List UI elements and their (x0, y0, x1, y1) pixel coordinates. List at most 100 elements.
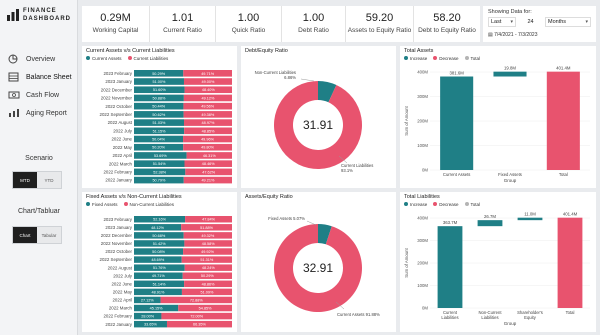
data-label: 47.84% (202, 218, 216, 222)
logo-bars-icon (7, 9, 19, 21)
data-label: 51.00% (153, 80, 167, 84)
slice-label: Fixed Assets 5.07% (268, 216, 305, 221)
data-label: 363.7M (443, 220, 458, 225)
data-label: 50.79% (152, 179, 166, 183)
kpi-quick-ratio: 1.00 Quick Ratio (216, 6, 282, 42)
category-label: 2022 June (111, 281, 132, 286)
waterfall-bar (437, 226, 463, 308)
x-tick-label: Liabilities (441, 315, 458, 320)
data-label: 52.38% (153, 170, 167, 174)
panel-fixed-assets: Fixed Assets v/s Non-Current Liabilities… (82, 192, 237, 332)
kpi-working-capital: 0.29M Working Capital (82, 6, 150, 42)
total-assets-chart: 400M 300M 200M 100M 0M Sum of Amount 381.6M Cur… (404, 66, 590, 183)
cash-icon (8, 91, 20, 99)
category-label: 2022 January (105, 322, 132, 327)
category-label: 2023 January (105, 79, 132, 84)
period-select[interactable]: Last ▾ (488, 17, 516, 27)
y-tick-label: 0M (422, 168, 428, 173)
panel-total-liabilities: Total Liabilities Increase Decrease Tota… (400, 192, 596, 332)
category-label: 2022 July (113, 273, 133, 278)
data-label: 53.69% (154, 154, 168, 158)
data-label: 48.86% (202, 282, 216, 286)
waterfall-bar (477, 220, 503, 227)
fixed-assets-chart: 2023 February 52.16% 47.84% 2023 January 48.… (100, 216, 232, 328)
y-tick-label: 200M (417, 119, 428, 124)
kpi-current-ratio: 1.01 Current Ratio (150, 6, 216, 42)
category-label: 2022 April (112, 153, 132, 158)
x-tick-label: Current Assets (443, 172, 470, 177)
kpi-label: Current Ratio (163, 27, 202, 34)
data-label: 51.42% (153, 242, 167, 246)
view-chart-button[interactable]: Chart (13, 227, 37, 243)
logo-line1: FINANCE (23, 8, 57, 14)
kpi-value: 0.29M (100, 12, 131, 24)
data-label: 48.85% (202, 129, 216, 133)
data-label: 50.20% (152, 146, 166, 150)
category-label: 2022 December (101, 87, 133, 92)
x-axis-label: Group (504, 321, 517, 326)
calendar-icon: ▤ (488, 32, 493, 38)
data-label: 48.97% (202, 121, 216, 125)
count-input[interactable]: 24 (518, 17, 543, 27)
logo-text: FINANCE DASHBOARD (23, 7, 71, 23)
sidebar-item-balance-sheet[interactable]: Balance Sheet (4, 68, 76, 86)
category-label: 2023 February (103, 217, 132, 222)
data-label: 49.92% (201, 250, 215, 254)
bars-icon (9, 109, 19, 117)
view-label: Chart/Tabluar (17, 208, 61, 215)
data-label: 49.71% (201, 72, 215, 76)
filter-title: Showing Data for: (488, 9, 532, 15)
sidebar-item-aging-report[interactable]: Aging Report (4, 104, 76, 122)
sidebar: FINANCE DASHBOARD Overview Balance Sheet… (0, 0, 78, 335)
category-label: 2023 February (103, 71, 132, 76)
data-label: 48.46% (202, 162, 216, 166)
data-label: 51.03% (153, 121, 167, 125)
data-label: 52.16% (153, 218, 167, 222)
category-label: 2022 July (113, 128, 133, 133)
kpi-label: Quick Ratio (231, 27, 266, 34)
logo-line2: DASHBOARD (23, 16, 71, 22)
kpi-value: 59.20 (365, 12, 394, 24)
panel-total-assets: Total Assets Increase Decrease Total 400… (400, 46, 596, 188)
donut-center-value: 32.91 (303, 261, 333, 275)
view-toggle: Chart Tabular (12, 226, 62, 244)
data-label: 46.31% (203, 154, 217, 158)
category-label: 2022 June (111, 137, 132, 142)
data-label: 401.4M (563, 212, 578, 217)
data-label: 49.21% (201, 179, 215, 183)
data-label: 51.31% (200, 258, 214, 262)
category-label: 2022 May (113, 145, 133, 150)
x-tick-label: Fixed Assets (498, 172, 522, 177)
data-label: 48.24% (202, 266, 216, 270)
kpi-debt-ratio: 1.00 Debt Ratio (282, 6, 346, 42)
waterfall-bar (517, 217, 543, 221)
pie-icon (8, 54, 18, 64)
view-tabular-button[interactable]: Tabular (37, 227, 61, 243)
kpi-label: Debt Ratio (298, 27, 329, 34)
category-label: 2022 November (101, 96, 133, 101)
scenario-mtd-button[interactable]: MTD (13, 172, 37, 188)
total-liabilities-chart: 400M300M200M100M0MSum of Amount363.7MCur… (404, 212, 590, 326)
scenario-toggle: MTD YTD (12, 171, 62, 189)
data-label: 47.62% (202, 170, 216, 174)
sidebar-item-cash-flow[interactable]: Cash Flow (4, 86, 76, 104)
ledger-icon (8, 72, 19, 82)
sidebar-item-overview[interactable]: Overview (4, 50, 76, 68)
data-label: 49.80% (201, 146, 215, 150)
panel-assets-equity: Assets/Equity Ratio 32.91 Fixed Assets 5.… (241, 192, 396, 332)
assets-equity-donut: 32.91 Fixed Assets 5.07% Current Assets 91… (268, 216, 380, 317)
y-tick-label: 200M (417, 261, 428, 266)
data-label: 381.6M (449, 71, 464, 76)
unit-select[interactable]: Months ▾ (545, 17, 591, 27)
y-tick-label: 100M (417, 283, 428, 288)
date-range-text: 7/4/2021 - 7/3/2023 (494, 32, 538, 38)
category-label: 2022 February (103, 314, 132, 319)
kpi-value: 1.01 (171, 12, 194, 24)
kpi-value: 58.20 (433, 12, 461, 24)
kpi-label: Working Capital (92, 27, 139, 34)
scenario-ytd-button[interactable]: YTD (37, 172, 61, 188)
kpi-label: Assets to Equity Ratio (347, 27, 412, 34)
data-label: 49.00% (202, 80, 216, 84)
x-tick-label: Liabilities (481, 315, 498, 320)
y-tick-label: 100M (417, 143, 428, 148)
